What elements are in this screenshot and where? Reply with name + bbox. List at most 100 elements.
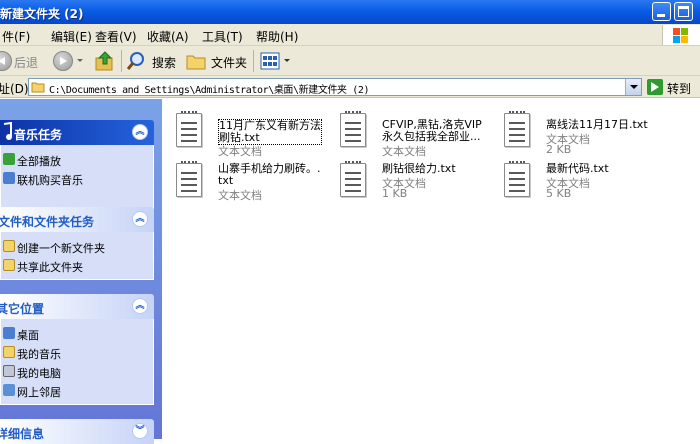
address-input[interactable]: C:\Documents and Settings\Administrator\… xyxy=(28,78,642,96)
folders-icon xyxy=(186,55,206,70)
music-tasks-header[interactable]: 音乐任务 ︽ xyxy=(0,120,154,145)
views-button[interactable] xyxy=(259,50,293,72)
task-pane: 音乐任务 ︽ 全部播放 联机购买音乐 文件和文件夹任务 ︽ 创建一个新文件夹 共… xyxy=(0,99,162,444)
menu-tools[interactable]: 工具(T) xyxy=(202,28,243,45)
file-item[interactable]: 最新代码.txt 文本文档 5 KB xyxy=(490,157,650,209)
maximize-icon xyxy=(678,6,689,17)
windows-logo xyxy=(662,25,700,45)
music-tasks-body: 全部播放 联机购买音乐 xyxy=(0,145,154,211)
task-play-all[interactable]: 全部播放 xyxy=(1,150,153,169)
menu-favorites[interactable]: 收藏(A) xyxy=(147,28,189,45)
forward-arrow-icon xyxy=(53,51,73,71)
task-share-folder[interactable]: 共享此文件夹 xyxy=(1,256,153,275)
task-label: 共享此文件夹 xyxy=(17,261,83,274)
minimize-button[interactable] xyxy=(652,2,671,21)
address-bar: 址(D) C:\Documents and Settings\Administr… xyxy=(0,76,700,98)
views-icon xyxy=(260,52,280,70)
task-buy-music[interactable]: 联机购买音乐 xyxy=(1,169,153,188)
up-folder-button[interactable] xyxy=(94,50,118,72)
text-file-icon xyxy=(340,161,366,197)
file-size: 5 KB xyxy=(546,187,572,200)
play-icon xyxy=(3,153,15,165)
file-item[interactable]: CFVIP,黑钻,洛克VIP永久包括我全部业... 文本文档 xyxy=(326,107,486,159)
place-my-music[interactable]: 我的音乐 xyxy=(1,343,153,362)
task-new-folder[interactable]: 创建一个新文件夹 xyxy=(1,237,153,256)
search-label: 搜索 xyxy=(152,56,177,70)
logo-red xyxy=(673,28,680,35)
file-name: 11月广东又有新方法刷钻.txt xyxy=(218,119,322,145)
text-file-icon xyxy=(504,161,530,197)
place-label: 桌面 xyxy=(17,329,39,342)
my-music-icon xyxy=(3,346,15,358)
folder-icon xyxy=(31,82,45,93)
address-path: C:\Documents and Settings\Administrator\… xyxy=(49,85,370,96)
task-label: 全部播放 xyxy=(17,155,61,168)
views-dropdown-icon xyxy=(284,59,290,62)
file-tasks-body: 创建一个新文件夹 共享此文件夹 xyxy=(0,232,154,280)
file-list-view[interactable]: 11月广东又有新方法刷钻.txt 文本文档 CFVIP,黑钻,洛克VIP永久包括… xyxy=(162,99,700,439)
menu-edit[interactable]: 编辑(E) xyxy=(51,28,92,45)
place-label: 我的音乐 xyxy=(17,348,61,361)
search-icon xyxy=(126,52,144,70)
place-desktop[interactable]: 桌面 xyxy=(1,324,153,343)
collapse-chevron-icon[interactable]: ︽ xyxy=(132,124,148,140)
task-label: 创建一个新文件夹 xyxy=(17,242,105,255)
go-label: 转到 xyxy=(667,82,692,96)
minimize-icon xyxy=(657,14,665,17)
folders-label: 文件夹 xyxy=(211,56,248,70)
task-label: 联机购买音乐 xyxy=(17,174,83,187)
menu-view[interactable]: 查看(V) xyxy=(95,28,137,45)
file-name: 最新代码.txt xyxy=(546,162,609,175)
music-note-icon xyxy=(3,122,12,140)
collapse-chevron-icon[interactable]: ︽ xyxy=(132,211,148,227)
back-button[interactable]: 后退 xyxy=(0,50,46,72)
text-file-icon xyxy=(340,111,366,147)
back-label: 后退 xyxy=(14,56,39,70)
music-tasks-title: 音乐任务 xyxy=(14,128,63,142)
file-tasks-title: 文件和文件夹任务 xyxy=(0,215,95,229)
file-item[interactable]: 山寨手机给力刷砖。.txt 文本文档 xyxy=(162,157,322,209)
logo-yellow xyxy=(681,36,688,43)
music-tasks-pane: 音乐任务 ︽ 全部播放 联机购买音乐 xyxy=(0,120,154,211)
back-arrow-icon xyxy=(0,51,12,71)
search-button[interactable]: 搜索 xyxy=(126,50,180,72)
folders-button[interactable]: 文件夹 xyxy=(186,50,248,72)
menu-help[interactable]: 帮助(H) xyxy=(256,28,298,45)
desktop-icon xyxy=(3,327,15,339)
details-header[interactable]: 详细信息 ︾ xyxy=(0,419,154,444)
forward-button[interactable] xyxy=(50,50,84,72)
maximize-button[interactable] xyxy=(674,2,693,21)
file-item[interactable]: 离线法11月17日.txt 文本文档 2 KB xyxy=(490,107,650,159)
up-folder-icon xyxy=(95,51,113,71)
file-item[interactable]: 11月广东又有新方法刷钻.txt 文本文档 xyxy=(162,107,322,159)
go-arrow-icon xyxy=(647,79,663,95)
text-file-icon xyxy=(176,111,202,147)
forward-dropdown-icon xyxy=(77,59,83,62)
expand-chevron-icon[interactable]: ︾ xyxy=(132,423,148,439)
file-name: 刷钻很给力.txt xyxy=(382,162,456,175)
address-dropdown-button[interactable] xyxy=(625,79,641,95)
file-item[interactable]: 刷钻很给力.txt 文本文档 1 KB xyxy=(326,157,486,209)
file-name: 离线法11月17日.txt xyxy=(546,118,648,131)
file-size: 1 KB xyxy=(382,187,408,200)
menu-file[interactable]: 件(F) xyxy=(2,28,30,45)
details-title: 详细信息 xyxy=(0,427,45,441)
logo-green xyxy=(681,28,688,35)
file-name: 山寨手机给力刷砖。.txt xyxy=(218,162,321,187)
go-button[interactable]: 转到 xyxy=(647,78,697,96)
address-label: 址(D) xyxy=(0,82,29,96)
place-my-computer[interactable]: 我的电脑 xyxy=(1,362,153,381)
my-computer-icon xyxy=(3,365,15,377)
file-tasks-pane: 文件和文件夹任务 ︽ 创建一个新文件夹 共享此文件夹 xyxy=(0,207,154,280)
globe-icon xyxy=(3,172,15,184)
menu-bar: 件(F) 编辑(E) 查看(V) 收藏(A) 工具(T) 帮助(H) xyxy=(0,24,700,46)
text-file-icon xyxy=(176,161,202,197)
place-label: 网上邻居 xyxy=(17,386,61,399)
toolbar: 后退 搜索 文件夹 xyxy=(0,46,700,76)
other-places-body: 桌面 我的音乐 我的电脑 网上邻居 xyxy=(0,319,154,405)
file-tasks-header[interactable]: 文件和文件夹任务 ︽ xyxy=(0,207,154,232)
other-places-header[interactable]: 其它位置 ︽ xyxy=(0,294,154,319)
title-bar: 新建文件夹 (2) xyxy=(0,0,700,24)
place-network[interactable]: 网上邻居 xyxy=(1,381,153,400)
collapse-chevron-icon[interactable]: ︽ xyxy=(132,298,148,314)
